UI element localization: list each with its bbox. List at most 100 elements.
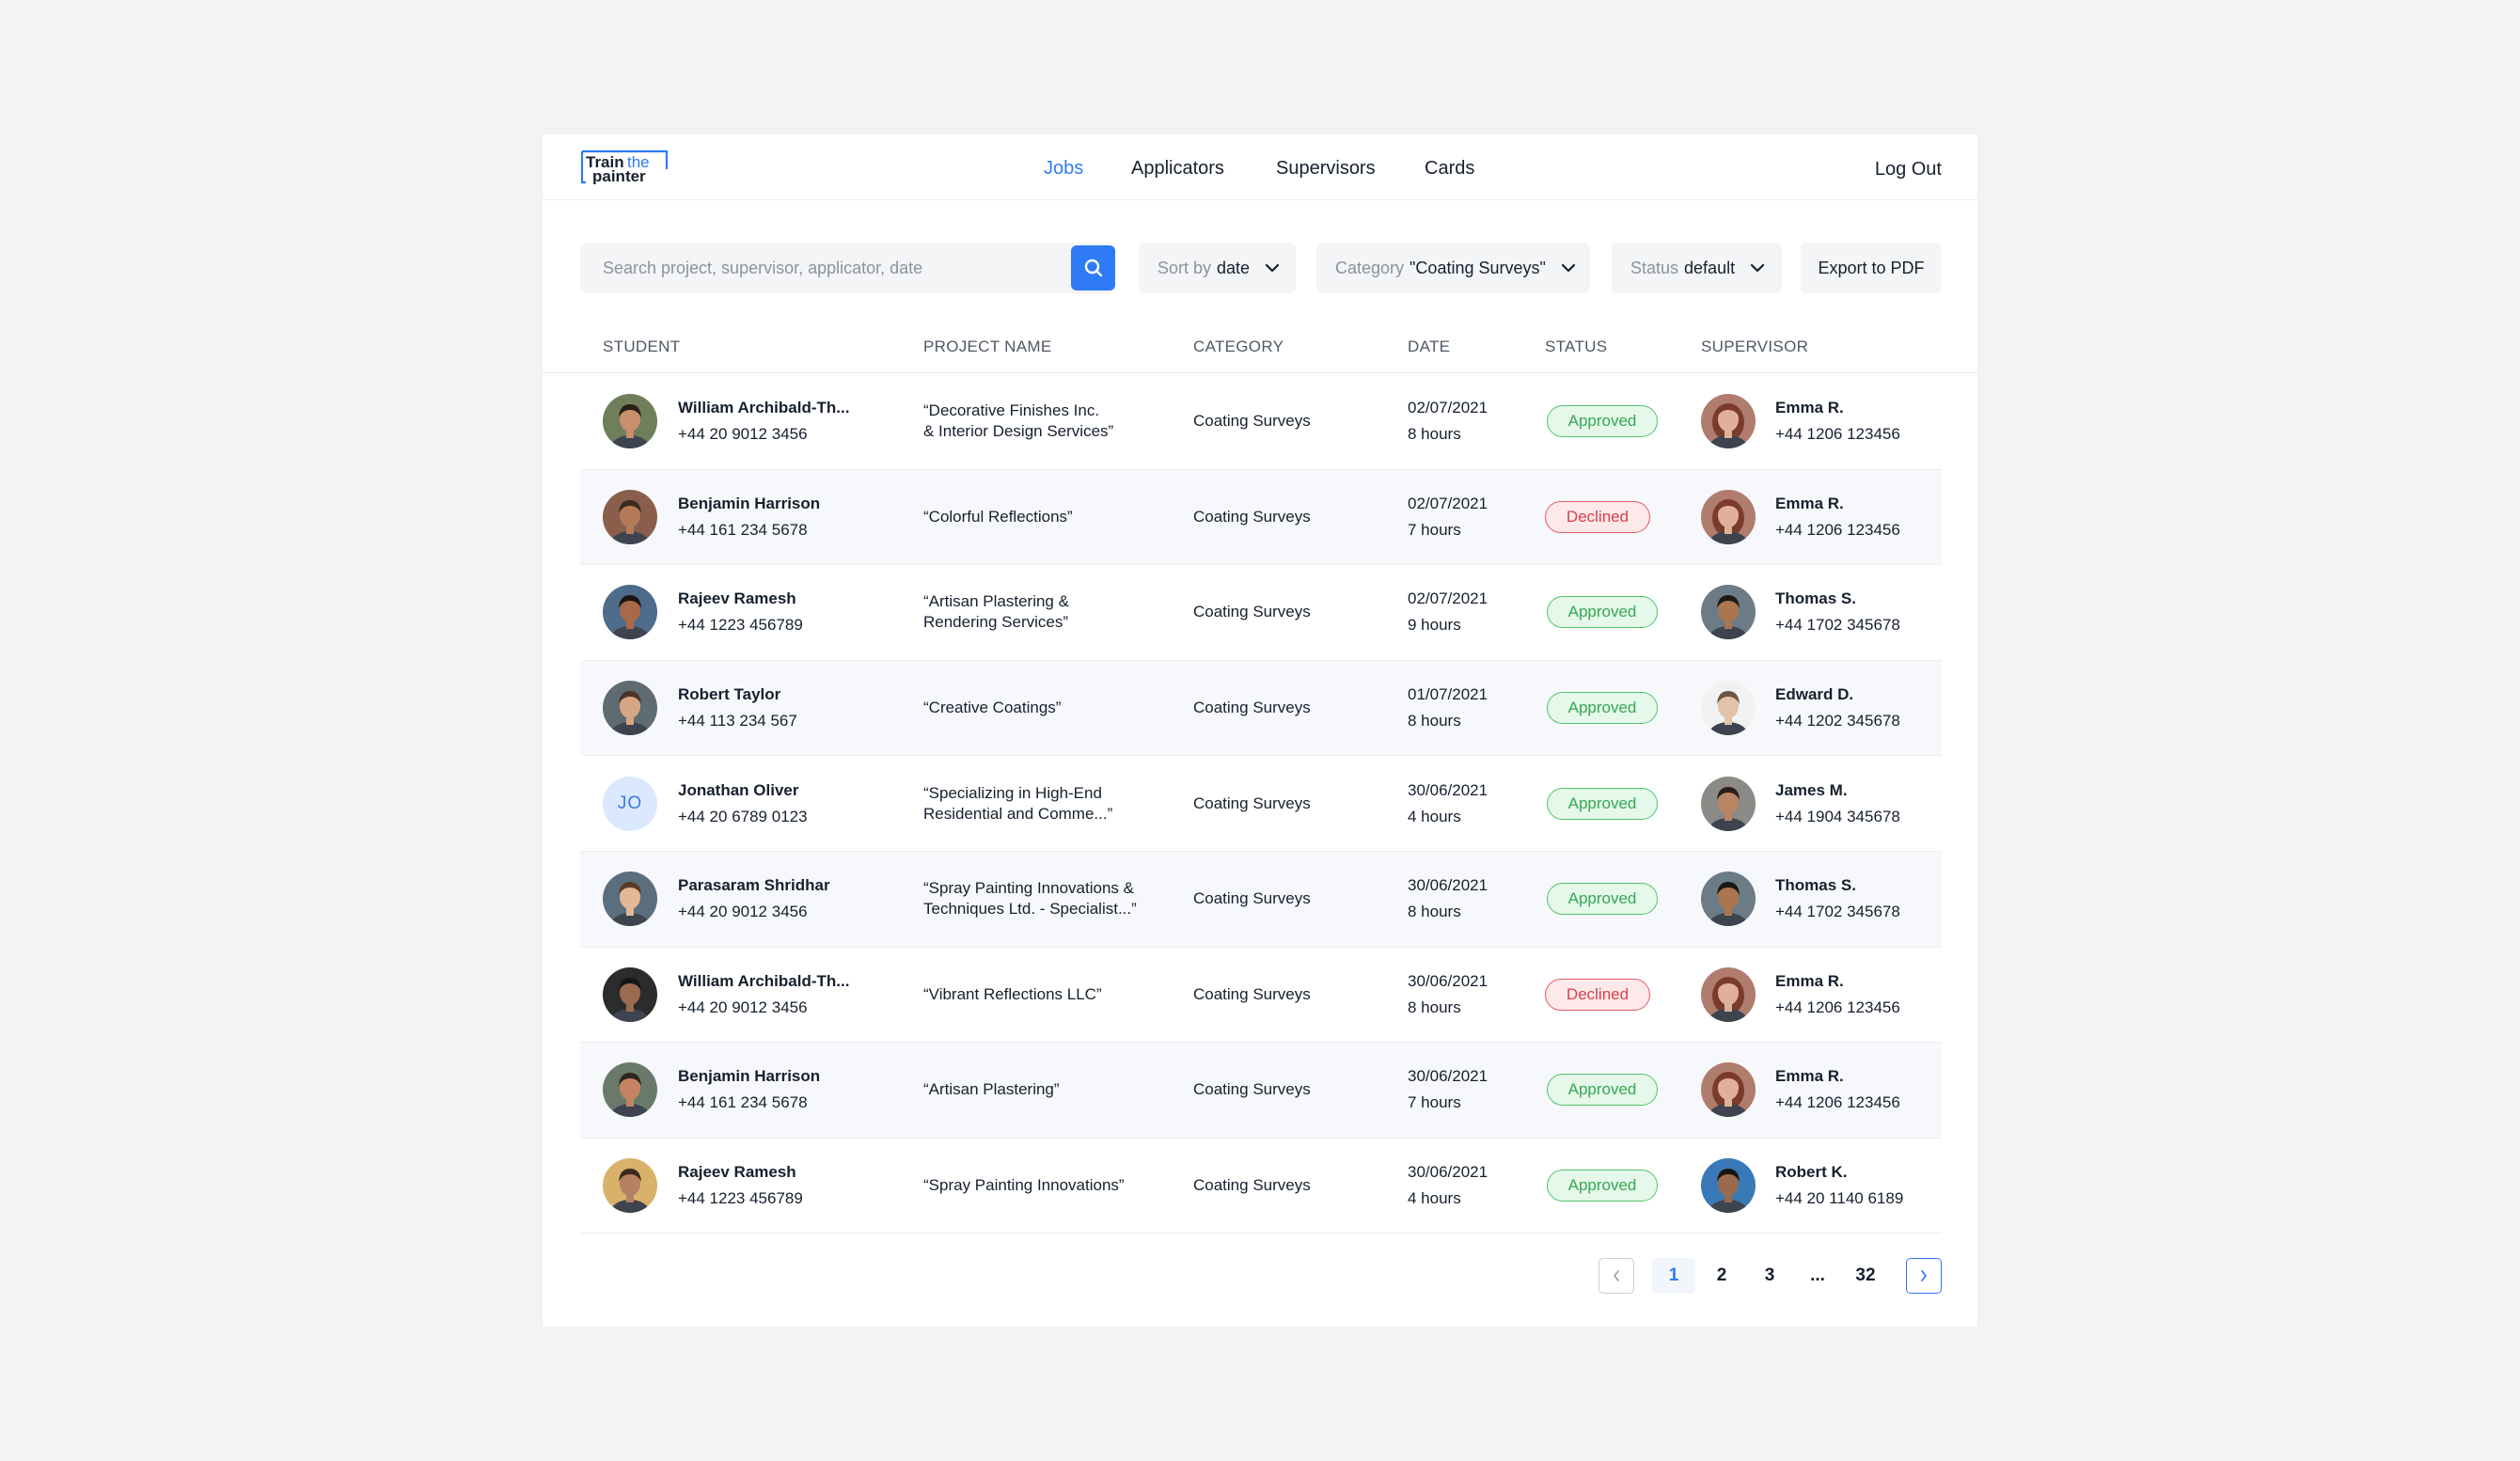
column-header-supervisor[interactable]: SUPERVISOR xyxy=(1701,338,1808,356)
table-row[interactable]: Rajeev Ramesh +44 1223 456789 “Spray Paint… xyxy=(580,1139,1942,1234)
main-nav: Jobs Applicators Supervisors Cards xyxy=(543,155,1977,181)
student-name[interactable]: Parasaram Shridhar xyxy=(678,872,830,899)
nav-item-applicators[interactable]: Applicators xyxy=(1131,155,1224,181)
search-input[interactable] xyxy=(603,243,1054,293)
hours: 9 hours xyxy=(1408,616,1461,635)
project-name-line: “Artisan Plastering” xyxy=(923,1080,1060,1099)
student-name[interactable]: Rajeev Ramesh xyxy=(678,586,803,612)
supervisor-phone: +44 1904 345678 xyxy=(1775,807,1900,825)
student-name[interactable]: Jonathan Oliver xyxy=(678,778,808,804)
project-name-line: “Spray Painting Innovations” xyxy=(923,1176,1125,1195)
date: 30/06/2021 xyxy=(1408,1163,1488,1182)
student-phone: +44 1223 456789 xyxy=(678,1189,803,1208)
project-name: “Vibrant Reflections LLC” xyxy=(923,984,1102,1005)
category-dropdown[interactable]: Category "Coating Surveys" xyxy=(1316,243,1590,293)
supervisor-name[interactable]: Emma R. xyxy=(1775,1063,1900,1090)
avatar xyxy=(603,966,657,1022)
column-header-status[interactable]: STATUS xyxy=(1545,338,1607,356)
date: 02/07/2021 xyxy=(1408,589,1488,608)
supervisor-name[interactable]: Robert K. xyxy=(1775,1159,1903,1186)
sort-label: Sort by xyxy=(1158,258,1212,277)
supervisor-name[interactable]: James M. xyxy=(1775,778,1900,804)
supervisor-cell: Emma R. +44 1206 123456 xyxy=(1775,395,1900,448)
project-name-line: “Colorful Reflections” xyxy=(923,507,1073,526)
student-cell: Benjamin Harrison +44 161 234 5678 xyxy=(678,491,820,543)
supervisor-phone: +44 1702 345678 xyxy=(1775,903,1900,921)
column-header-category[interactable]: CATEGORY xyxy=(1193,338,1284,356)
student-name[interactable]: Rajeev Ramesh xyxy=(678,1159,803,1186)
table-row[interactable]: Robert Taylor +44 113 234 567 “Creative Co… xyxy=(580,660,1942,757)
date: 30/06/2021 xyxy=(1408,876,1488,895)
project-name: “Creative Coatings” xyxy=(923,698,1061,718)
avatar xyxy=(603,585,657,640)
status-dropdown[interactable]: Status default xyxy=(1612,243,1782,293)
column-header-project[interactable]: PROJECT NAME xyxy=(923,338,1051,356)
sort-dropdown[interactable]: Sort by date xyxy=(1139,243,1296,293)
hours: 7 hours xyxy=(1408,520,1461,539)
project-name-line: Techniques Ltd. - Specialist...” xyxy=(923,900,1137,919)
supervisor-cell: Thomas S. +44 1702 345678 xyxy=(1775,872,1900,925)
nav-item-cards[interactable]: Cards xyxy=(1425,155,1474,181)
avatar xyxy=(1701,1062,1756,1118)
hours: 4 hours xyxy=(1408,1189,1461,1208)
page-1-button[interactable]: 1 xyxy=(1652,1258,1695,1294)
top-bar: Train the painter Jobs Applicators Super… xyxy=(543,134,1977,200)
table-row[interactable]: Rajeev Ramesh +44 1223 456789 “Artisan Pla… xyxy=(580,565,1942,661)
logout-link[interactable]: Log Out xyxy=(1875,156,1942,182)
avatar xyxy=(1701,966,1756,1022)
table-row[interactable]: Benjamin Harrison +44 161 234 5678 “Colorf… xyxy=(580,469,1942,566)
status-badge: Approved xyxy=(1547,692,1658,725)
date: 30/06/2021 xyxy=(1408,1067,1488,1086)
student-cell: Benjamin Harrison +44 161 234 5678 xyxy=(678,1063,820,1116)
category: Coating Surveys xyxy=(1193,412,1311,431)
next-page-button[interactable] xyxy=(1906,1258,1942,1294)
supervisor-name[interactable]: Emma R. xyxy=(1775,491,1900,517)
table-row[interactable]: JO Jonathan Oliver +44 20 6789 0123 “Specia… xyxy=(580,756,1942,852)
date-cell: 30/06/2021 4 hours xyxy=(1408,1159,1488,1212)
student-name[interactable]: Robert Taylor xyxy=(678,682,797,708)
jobs-panel: Train the painter Jobs Applicators Super… xyxy=(543,134,1977,1327)
student-name[interactable]: Benjamin Harrison xyxy=(678,1063,820,1090)
hours: 4 hours xyxy=(1408,807,1461,825)
page-2-button[interactable]: 2 xyxy=(1700,1258,1743,1294)
search-icon xyxy=(1084,259,1102,277)
hours: 8 hours xyxy=(1408,425,1461,444)
column-header-date[interactable]: DATE xyxy=(1408,338,1450,356)
avatar xyxy=(1701,1158,1756,1214)
supervisor-name[interactable]: Thomas S. xyxy=(1775,872,1900,899)
nav-item-supervisors[interactable]: Supervisors xyxy=(1276,155,1376,181)
supervisor-name[interactable]: Edward D. xyxy=(1775,682,1900,708)
avatar xyxy=(603,489,657,544)
project-name-line: “Spray Painting Innovations & xyxy=(923,879,1134,898)
export-pdf-button[interactable]: Export to PDF xyxy=(1801,243,1942,293)
supervisor-name[interactable]: Thomas S. xyxy=(1775,586,1900,612)
project-name: “Specializing in High-End Residential and… xyxy=(923,783,1112,825)
nav-item-jobs[interactable]: Jobs xyxy=(1044,155,1083,181)
supervisor-phone: +44 1206 123456 xyxy=(1775,425,1900,444)
page-3-button[interactable]: 3 xyxy=(1748,1258,1791,1294)
status-label: Status xyxy=(1630,258,1679,277)
table-row[interactable]: Parasaram Shridhar +44 20 9012 3456 “Spray… xyxy=(580,851,1942,948)
date-cell: 30/06/2021 7 hours xyxy=(1408,1063,1488,1116)
supervisor-phone: +44 1702 345678 xyxy=(1775,616,1900,635)
table-row[interactable]: Benjamin Harrison +44 161 234 5678 “Artisa… xyxy=(580,1043,1942,1139)
student-name[interactable]: William Archibald-Th... xyxy=(678,395,849,421)
filter-toolbar: Sort by date Category "Coating Surveys" … xyxy=(580,243,1942,293)
project-name-line: “Vibrant Reflections LLC” xyxy=(923,984,1102,1003)
pagination: 1 2 3 ... 32 xyxy=(543,1258,1977,1296)
search-button[interactable] xyxy=(1071,245,1115,291)
column-header-student[interactable]: STUDENT xyxy=(603,338,680,356)
supervisor-name[interactable]: Emma R. xyxy=(1775,395,1900,421)
table-row[interactable]: William Archibald-Th... +44 20 9012 3456 “… xyxy=(580,948,1942,1044)
supervisor-name[interactable]: Emma R. xyxy=(1775,968,1900,995)
student-name[interactable]: William Archibald-Th... xyxy=(678,968,849,995)
student-name[interactable]: Benjamin Harrison xyxy=(678,491,820,517)
page-32-button[interactable]: 32 xyxy=(1844,1258,1887,1294)
date: 02/07/2021 xyxy=(1408,494,1488,512)
hours: 8 hours xyxy=(1408,712,1461,730)
status-value: default xyxy=(1684,258,1736,277)
prev-page-button[interactable] xyxy=(1599,1258,1634,1294)
date-cell: 30/06/2021 8 hours xyxy=(1408,968,1488,1021)
supervisor-phone: +44 1206 123456 xyxy=(1775,520,1900,539)
table-row[interactable]: William Archibald-Th... +44 20 9012 3456 “… xyxy=(580,374,1942,470)
